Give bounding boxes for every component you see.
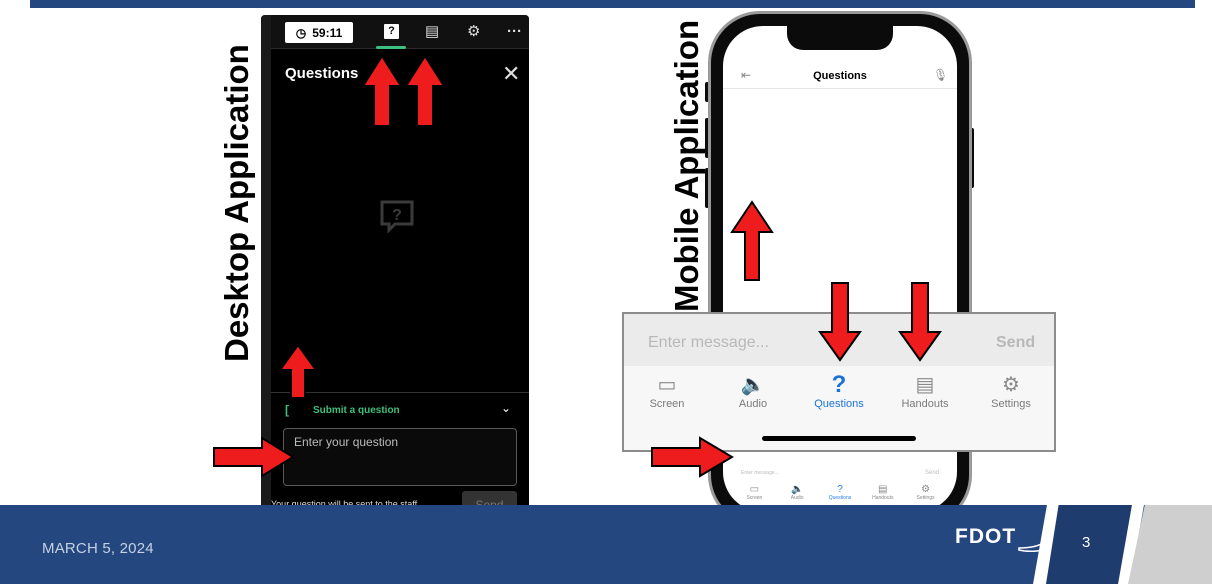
mini-message-placeholder: Enter message... [741, 470, 779, 476]
desktop-app-panel: ◷ 59:11 ? ▤ ⚙ ··· Questions ✕ ? [ Submit… [261, 15, 529, 531]
mini-message-input[interactable]: Enter message... Send [737, 467, 943, 481]
send-button[interactable]: Send [996, 334, 1035, 352]
question-icon: ? [837, 484, 843, 495]
annotation-arrows [213, 54, 942, 478]
gear-icon: ⚙ [921, 484, 931, 495]
header-divider [723, 88, 957, 89]
mini-tab-label: Screen [746, 495, 763, 501]
panel-left-strip [261, 15, 271, 531]
mini-tab-bar: ▭ Screen 🔈 Audio ? Questions ▤ Handouts ⚙ Set… [733, 484, 947, 506]
clock-icon: ◷ [295, 25, 307, 40]
message-bar: Enter message... Send [624, 314, 1054, 366]
svg-text:?: ? [392, 207, 402, 224]
tab-handouts[interactable]: ▤ Handouts [885, 372, 965, 420]
submit-bracket-icon: [ [285, 403, 289, 417]
question-bubble-icon: ? [379, 199, 415, 238]
message-input[interactable]: Enter message... [648, 334, 769, 352]
questions-title: Questions [285, 65, 359, 82]
phone-notch [787, 26, 893, 50]
mini-tab-questions[interactable]: ? Questions [820, 484, 860, 506]
fdot-logo: FDOT [955, 520, 1053, 554]
microphone-icon[interactable]: 🎙 [933, 68, 948, 82]
tab-label: Questions [814, 398, 864, 410]
timer-button[interactable]: ◷ 59:11 [285, 22, 353, 43]
mini-tab-handouts[interactable]: ▤ Handouts [863, 484, 903, 506]
question-input[interactable]: Enter your question [283, 428, 517, 486]
mini-tab-label: Settings [916, 495, 935, 501]
monitor-icon: ▭ [657, 374, 677, 396]
tab-label: Audio [738, 398, 768, 410]
tab-audio[interactable]: 🔈 Audio [713, 372, 793, 420]
tab-settings[interactable]: ⚙ Settings [971, 372, 1051, 420]
handout-icon: ▤ [878, 484, 888, 495]
mini-tab-screen[interactable]: ▭ Screen [734, 484, 774, 506]
settings-gear-icon[interactable]: ⚙ [467, 23, 480, 41]
submit-question-toggle[interactable]: Submit a question [313, 405, 400, 416]
mini-tab-label: Questions [828, 495, 852, 501]
slide: Desktop Application Mobile Application ◷… [0, 0, 1212, 584]
close-icon[interactable]: ✕ [502, 61, 520, 87]
gear-icon: ⚙ [1002, 374, 1020, 396]
active-tab-indicator [376, 46, 406, 49]
mini-tab-settings[interactable]: ⚙ Settings [906, 484, 946, 506]
top-band [30, 0, 1195, 8]
mini-send-button[interactable]: Send [925, 470, 939, 476]
tab-screen[interactable]: ▭ Screen [627, 372, 707, 420]
handouts-tab-icon[interactable]: ▤ [425, 23, 439, 41]
monitor-icon: ▭ [749, 484, 760, 495]
page-number: 3 [1082, 534, 1091, 551]
handout-icon: ▤ [915, 374, 935, 396]
zoomed-tab-bar: Enter message... Send ▭ Screen 🔈 Audio ? Qu… [622, 312, 1056, 452]
question-icon: ? [831, 371, 847, 398]
divider [271, 392, 529, 393]
tab-label: Handouts [901, 398, 949, 410]
home-indicator [762, 436, 916, 441]
tab-label: Screen [649, 398, 685, 410]
desktop-toolbar: ◷ 59:11 ? ▤ ⚙ ··· [271, 15, 529, 49]
speaker-icon: 🔈 [740, 374, 766, 396]
tab-bar: ▭ Screen 🔈 Audio ? Questions ▤ Handouts ⚙ Set… [624, 372, 1054, 420]
presentation-date: MARCH 5, 2024 [42, 540, 154, 557]
more-options-icon[interactable]: ··· [507, 23, 522, 41]
mobile-application-label: Mobile Application [668, 19, 705, 312]
tab-questions[interactable]: ? Questions [799, 372, 879, 420]
speaker-icon: 🔈 [790, 484, 804, 495]
mini-tab-label: Handouts [872, 495, 894, 501]
desktop-application-label: Desktop Application [218, 44, 255, 362]
tab-label: Settings [991, 398, 1031, 410]
chevron-down-icon[interactable]: ⌄ [501, 401, 511, 415]
fdot-logo-text: FDOT [955, 525, 1017, 548]
mini-tab-label: Audio [790, 495, 804, 501]
questions-tab-icon[interactable]: ? [384, 24, 399, 39]
mini-tab-audio[interactable]: 🔈 Audio [777, 484, 817, 506]
timer-value: 59:11 [312, 25, 343, 40]
mobile-questions-title: Questions [813, 70, 867, 82]
